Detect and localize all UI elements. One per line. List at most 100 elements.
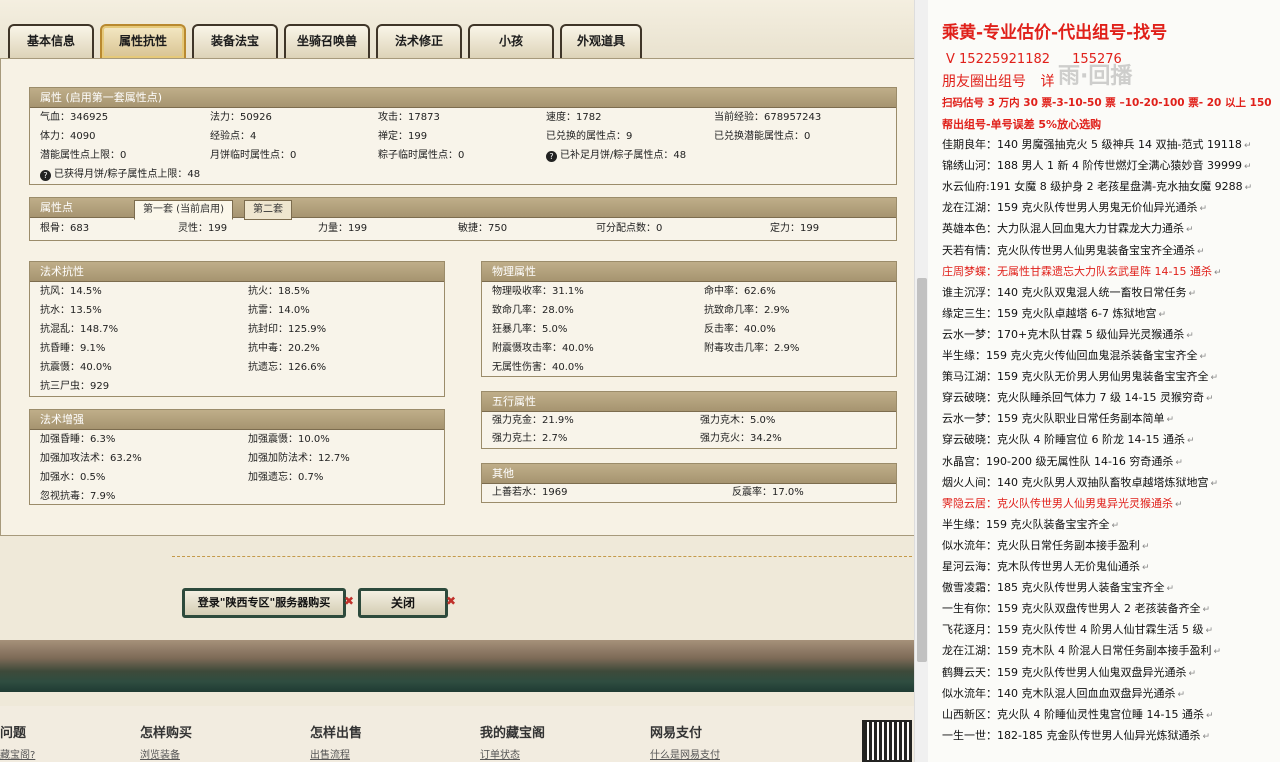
entry-line: 半生缘：159 克火克火传仙回血鬼混杀装备宝宝齐全 ↵	[942, 347, 1207, 366]
magic-resist-panel: 法术抗性 抗风：14.5% 抗火：18.5% 抗水：13.5% 抗雷：14.0% 抗混乱…	[29, 261, 445, 397]
physical-value: 反击率：40.0%	[704, 324, 776, 335]
five-elements-value: 强力克土：2.7%	[492, 433, 568, 444]
attr-panel-value: 潜能属性点上限：0	[40, 150, 127, 161]
watermark: 雨·回播	[1058, 64, 1133, 89]
attribute-point-value: 敏捷：750	[458, 223, 508, 234]
footer-link-sell-flow[interactable]: 出售流程	[310, 746, 350, 761]
return-mark-icon: ↵	[1177, 689, 1186, 700]
magic-boost-title: 法术增强	[30, 410, 444, 430]
physical-panel: 物理属性 物理吸收率：31.1% 命中率：62.6% 致命几率：28.0% 抗致命几率…	[481, 261, 897, 377]
tab-5[interactable]: 小孩	[468, 24, 554, 58]
decorative-band	[0, 640, 916, 692]
physical-value: 狂暴几率：5.0%	[492, 324, 568, 335]
return-mark-icon: ↵	[1205, 626, 1214, 637]
attr-panel-value: 粽子临时属性点：0	[378, 150, 465, 161]
points-set-1-tab[interactable]: 第一套 (当前启用)	[134, 200, 233, 220]
physical-value: 无属性伤害：40.0%	[492, 362, 584, 373]
attr-panel-value: 气血：346925	[40, 112, 109, 123]
magic-resist-value: 抗雷：14.0%	[248, 305, 310, 316]
entry-text: 策马江湖：159 克火队无价男人男仙男鬼装备宝宝齐全	[942, 370, 1209, 384]
return-mark-icon: ↵	[1188, 668, 1197, 679]
five-elements-panel: 五行属性 强力克金：21.9% 强力克木：5.0% 强力克土：2.7% 强力克火：34…	[481, 391, 897, 449]
buy-button[interactable]: 登录"陕西专区"服务器购买	[182, 588, 346, 618]
overlay-phone-main: V 15225921182	[946, 52, 1051, 67]
attribute-point-value: 灵性：199	[178, 223, 228, 234]
help-question-icon[interactable]: ?	[40, 170, 51, 181]
entry-text: 半生缘：159 克火克火传仙回血鬼混杀装备宝宝齐全	[942, 349, 1198, 362]
entry-line: 霁隐云居：克火队传世男人仙男鬼异光灵猴通杀 ↵	[942, 495, 1183, 514]
entry-line: 云水一梦：170+克木队甘霖 5 级仙异光灵猴通杀 ↵	[942, 326, 1194, 345]
return-mark-icon: ↵	[1166, 415, 1175, 426]
tab-4[interactable]: 法术修正	[376, 24, 462, 58]
entry-line: 锦绣山河：188 男人 1 新 4 阶传世燃灯全满心猿妙音 39999 ↵	[942, 157, 1252, 176]
tab-3[interactable]: 坐骑召唤兽	[284, 24, 370, 58]
attribute-panel: 属性 (启用第一套属性点) 气血：346925 法力：50926 攻击：17873 速…	[29, 87, 897, 185]
footer-link-pay[interactable]: 什么是网易支付	[650, 746, 720, 761]
magic-resist-value: 抗封印：125.9%	[248, 324, 327, 335]
game-page: 基本信息 属性抗性 装备法宝 坐骑召唤兽 法术修正 小孩 外观道具 属性 (启用第一套属性点…	[0, 0, 916, 762]
magic-resist-value: 抗三尸虫：929	[40, 381, 110, 392]
tab-0[interactable]: 基本信息	[8, 24, 94, 58]
entry-line: 天若有情：克火队传世男人仙男鬼装备宝宝齐全通杀 ↵	[942, 242, 1205, 261]
entry-text: 天若有情：克火队传世男人仙男鬼装备宝宝齐全通杀	[942, 243, 1195, 257]
return-mark-icon: ↵	[1213, 267, 1222, 278]
return-mark-icon: ↵	[1111, 520, 1120, 531]
magic-resist-value: 抗中毒：20.2%	[248, 343, 320, 354]
points-set-2-tab[interactable]: 第二套	[244, 200, 292, 220]
attr-panel-value: 禅定：199	[378, 131, 428, 142]
entry-text: 一生有你：159 克火队双盘传世男人 2 老孩装备齐全	[942, 602, 1201, 616]
entry-line: 水云仙府:191 女魔 8 级护身 2 老孩星盘满-克水抽女魔 9288 ↵	[942, 178, 1252, 197]
tab-6[interactable]: 外观道具	[560, 24, 642, 58]
entry-text: 山西新区：克火队 4 阶睡仙灵性鬼宫位睡 14-15 通杀	[942, 707, 1204, 721]
entry-line: 穿云破晓：克火队睡杀回气体力 7 级 14-15 灵猴穷奇 ↵	[942, 389, 1214, 408]
footer-link-faq[interactable]: 藏宝阁?	[0, 746, 35, 761]
entry-line: 谁主沉浮：140 克火队双鬼混人统一畜牧日常任务 ↵	[942, 284, 1196, 303]
entry-text: 半生缘：159 克火队装备宝宝齐全	[942, 517, 1110, 531]
magic-resist-value: 抗风：14.5%	[40, 286, 102, 297]
overlay-panel: 乘黄-专业估价-代出组号-找号 V 15225921182 155276 朋友圈…	[928, 0, 1280, 762]
return-mark-icon: ↵	[1243, 162, 1252, 173]
attr-panel-value: 已获得月饼/粽子属性点上限：48	[54, 169, 201, 180]
footer-link-order[interactable]: 订单状态	[480, 746, 520, 761]
entry-line: 飞花逐月：159 克火队传世 4 阶男人仙甘霖生活 5 级 ↵	[942, 621, 1213, 640]
magic-boost-panel: 法术增强 加强昏睡：6.3% 加强震慑：10.0% 加强加攻法术：63.2% 加强加防…	[29, 409, 445, 505]
entry-text: 傲雪凌霜：185 克火队传世男人装备宝宝齐全	[942, 581, 1165, 595]
entry-text: 谁主沉浮：140 克火队双鬼混人统一畜牧日常任务	[942, 285, 1187, 299]
physical-title: 物理属性	[482, 262, 896, 282]
footer-link-browse[interactable]: 浏览装备	[140, 746, 180, 761]
scrollbar-thumb[interactable]	[917, 278, 927, 662]
entry-line: 龙在江湖：159 克火队传世男人男鬼无价仙异光通杀 ↵	[942, 199, 1207, 218]
return-mark-icon: ↵	[1202, 731, 1211, 742]
close-button[interactable]: 关闭	[358, 588, 448, 618]
five-elements-value: 强力克火：34.2%	[700, 433, 782, 444]
five-elements-value: 强力克木：5.0%	[700, 415, 776, 426]
help-question-icon[interactable]: ?	[546, 151, 557, 162]
close-x-icon: ✖	[446, 594, 457, 608]
entry-text: 云水一梦：170+克木队甘霖 5 级仙异光灵猴通杀	[942, 327, 1185, 341]
scrollbar[interactable]	[914, 0, 928, 762]
tab-1[interactable]: 属性抗性	[100, 24, 186, 58]
entry-text: 一生一世：182-185 克金队传世男人仙异光炼狱通杀	[942, 728, 1201, 742]
footer-head-faq: 问题	[0, 726, 27, 741]
tab-2[interactable]: 装备法宝	[192, 24, 278, 58]
attr-panel-value: 已补足月饼/粽子属性点：48	[560, 150, 687, 161]
entry-text: 缘定三生：159 克火队卓越塔 6-7 炼狱地宫	[942, 306, 1157, 320]
physical-value: 致命几率：28.0%	[492, 305, 574, 316]
overlay-circle: 朋友圈出组号 详	[942, 71, 1054, 91]
overlay-title: 乘黄-专业估价-代出组号-找号	[942, 23, 1168, 43]
return-mark-icon: ↵	[1244, 183, 1253, 194]
entry-text: 水晶宫：190-200 级无属性队 14-16 穷奇通杀	[942, 454, 1174, 468]
attributes-content: 属性 (启用第一套属性点) 气血：346925 法力：50926 攻击：17873 速…	[0, 58, 916, 536]
entry-text: 穿云破晓：克火队 4 阶睡宫位 6 阶龙 14-15 通杀	[942, 433, 1185, 447]
entry-line: 缘定三生：159 克火队卓越塔 6-7 炼狱地宫 ↵	[942, 305, 1166, 324]
buy-close-icon: ✖	[344, 594, 355, 608]
entry-line: 山西新区：克火队 4 阶睡仙灵性鬼宫位睡 14-15 通杀 ↵	[942, 706, 1214, 725]
return-mark-icon: ↵	[1243, 141, 1252, 151]
entry-text: 英雄本色：大力队混人回血鬼大力甘霖龙大力通杀	[942, 222, 1184, 236]
entry-line: 水晶宫：190-200 级无属性队 14-16 穷奇通杀 ↵	[942, 453, 1183, 472]
attribute-point-value: 力量：199	[318, 223, 368, 234]
return-mark-icon: ↵	[1197, 246, 1205, 257]
entry-line: 星河云海：克木队传世男人无价鬼仙通杀 ↵	[942, 558, 1150, 577]
entry-line: 穿云破晓：克火队 4 阶睡宫位 6 阶龙 14-15 通杀 ↵	[942, 431, 1195, 450]
entry-line: 龙在江湖：159 克木队 4 阶混人日常任务副本接手盈利 ↵	[942, 642, 1221, 661]
